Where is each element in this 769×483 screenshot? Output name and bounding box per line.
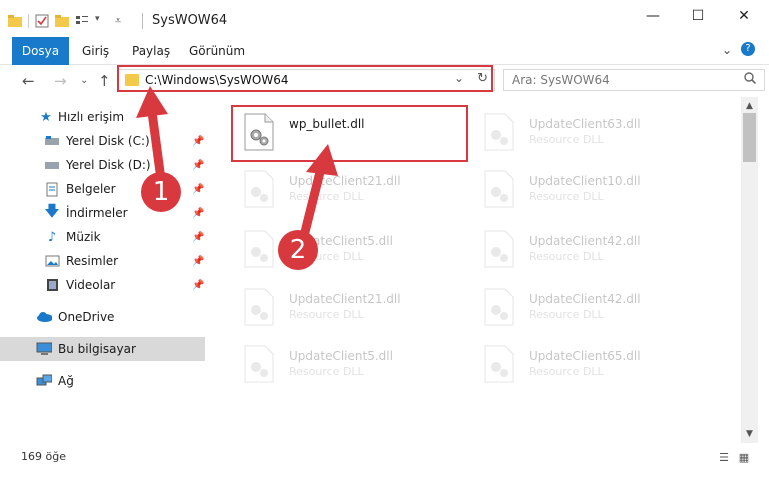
annotation-arrows (136, 86, 338, 237)
arrow-1-head (136, 86, 168, 118)
step-2-badge: 2 (278, 230, 318, 270)
arrow-2-head (306, 144, 338, 176)
arrow-2-shaft (300, 167, 325, 237)
step-1-badge: 1 (141, 172, 181, 212)
arrow-1-shaft (147, 107, 165, 177)
